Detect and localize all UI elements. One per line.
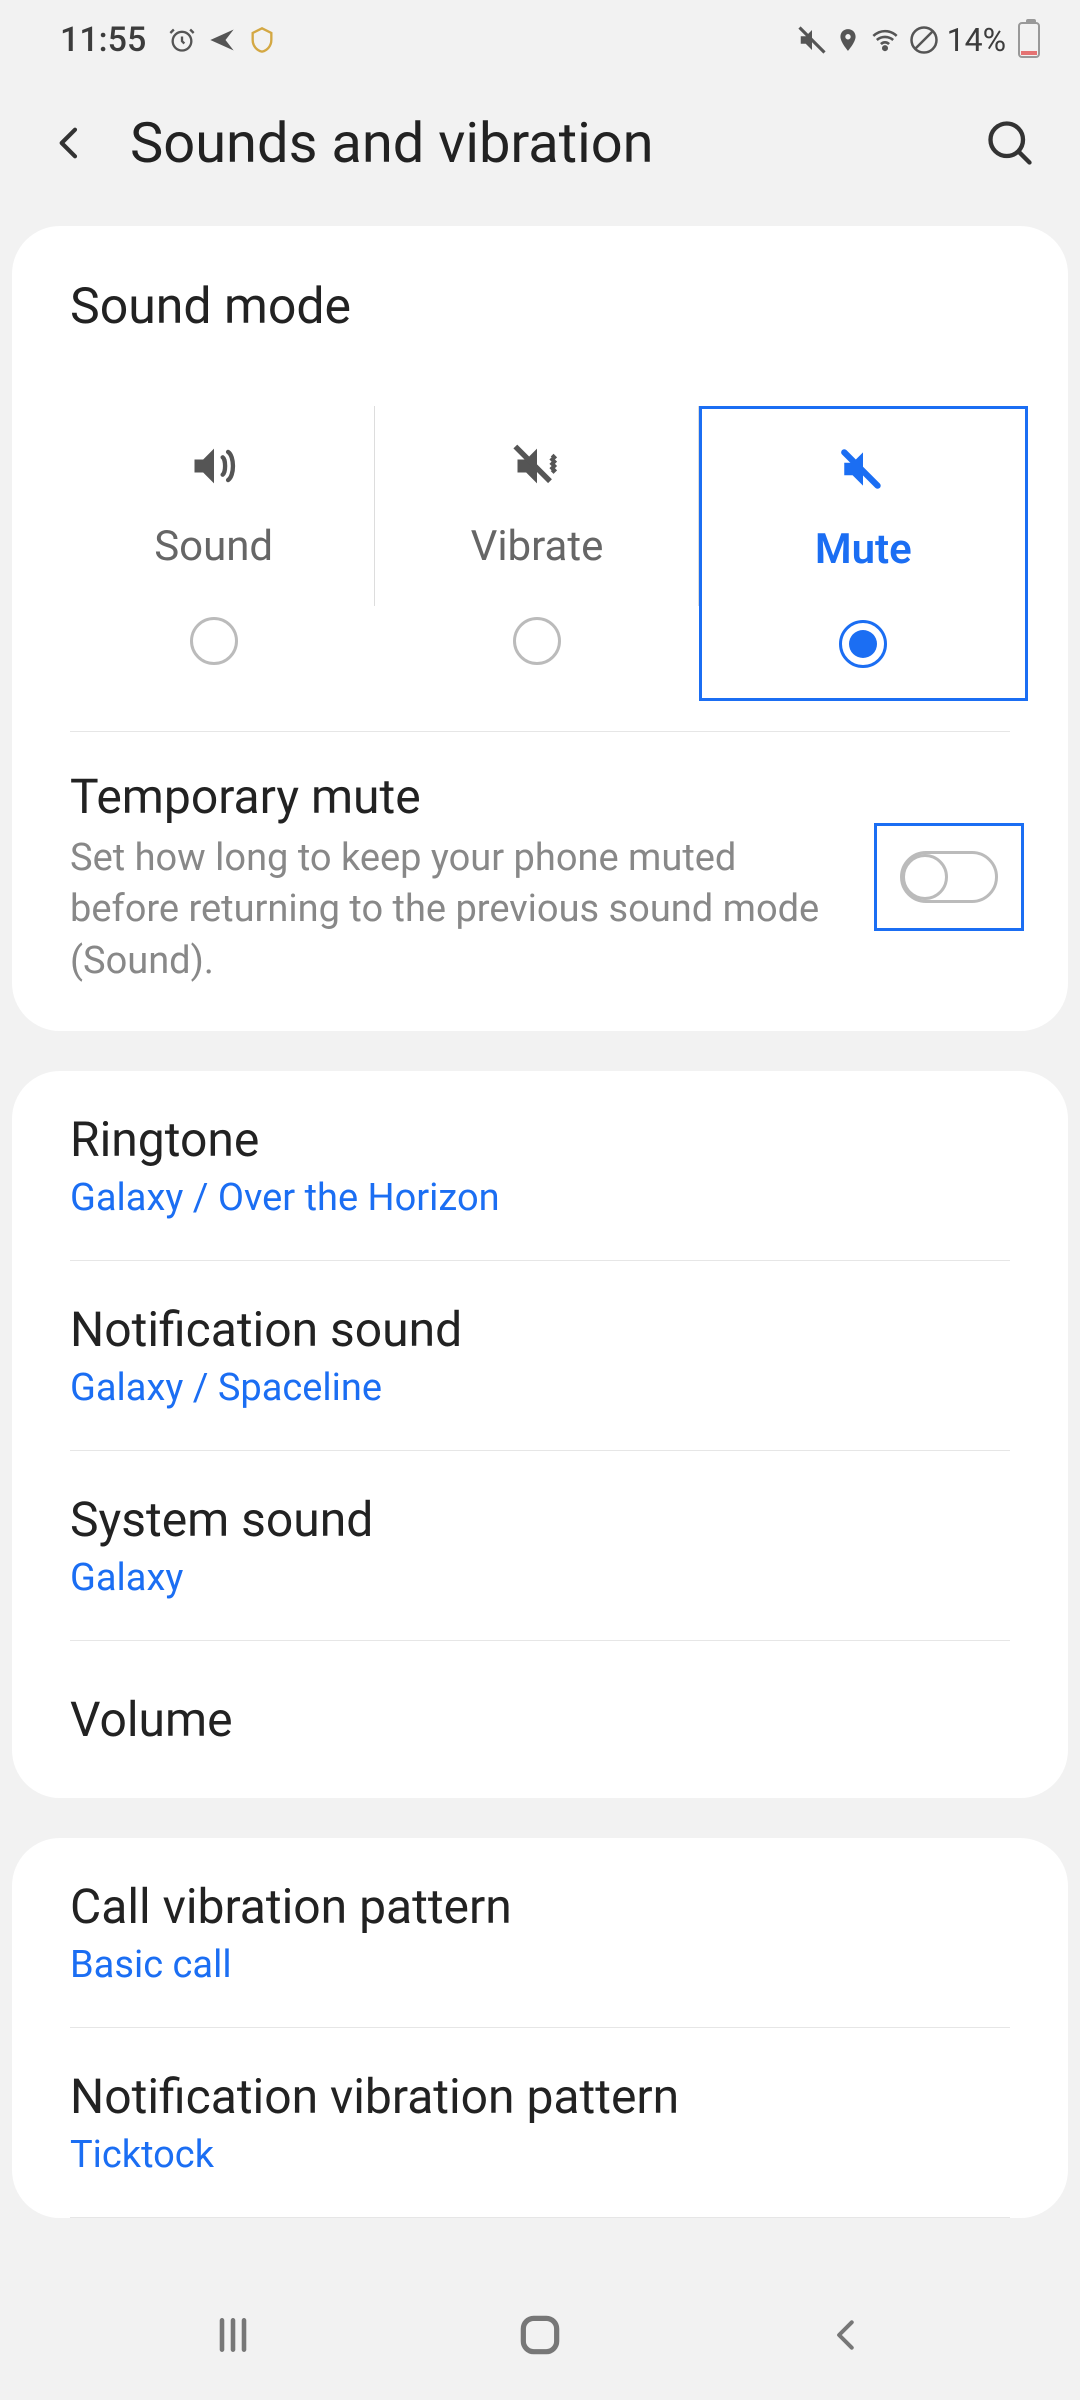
search-button[interactable]: [980, 113, 1040, 173]
location-icon: [835, 25, 861, 55]
wifi-icon: [869, 26, 901, 54]
divider: [70, 2217, 1010, 2218]
ringtone-item[interactable]: Ringtone Galaxy / Over the Horizon: [12, 1071, 1068, 1260]
vibrate-icon: [507, 436, 567, 496]
notification-sound-item[interactable]: Notification sound Galaxy / Spaceline: [12, 1261, 1068, 1450]
notification-vibration-item[interactable]: Notification vibration pattern Ticktock: [12, 2028, 1068, 2217]
list-item-title: Call vibration pattern: [70, 1878, 1010, 1935]
navigation-bar: [0, 2270, 1080, 2400]
list-item-title: System sound: [70, 1491, 1010, 1548]
no-data-icon: [909, 25, 939, 55]
list-item-title: Notification vibration pattern: [70, 2068, 1010, 2125]
mode-label: Sound: [154, 522, 273, 571]
list-item-title: Volume: [70, 1691, 1010, 1748]
mute-icon: [834, 439, 892, 499]
alarm-icon: [168, 26, 196, 54]
volume-item[interactable]: Volume: [12, 1641, 1068, 1798]
back-button[interactable]: [40, 113, 100, 173]
battery-percentage: 14%: [947, 21, 1006, 59]
page-title: Sounds and vibration: [130, 110, 950, 176]
temporary-mute-toggle[interactable]: [874, 823, 1024, 931]
status-right: 14%: [797, 21, 1040, 59]
list-item-value: Galaxy / Spaceline: [70, 1366, 1010, 1410]
send-icon: [208, 26, 236, 54]
sounds-list-card: Ringtone Galaxy / Over the Horizon Notif…: [12, 1071, 1068, 1798]
list-item-title: Ringtone: [70, 1111, 1010, 1168]
mute-status-icon: [797, 25, 827, 55]
radio-unselected: [190, 617, 238, 665]
vibration-list-card: Call vibration pattern Basic call Notifi…: [12, 1838, 1068, 2218]
battery-icon: [1018, 22, 1040, 58]
list-item-value: Ticktock: [70, 2133, 1010, 2177]
recents-button[interactable]: [193, 2295, 273, 2375]
nav-back-button[interactable]: [807, 2295, 887, 2375]
sound-mode-option-vibrate[interactable]: Vibrate: [375, 406, 698, 701]
sound-mode-title: Sound mode: [12, 226, 1068, 366]
app-header: Sounds and vibration: [0, 80, 1080, 226]
call-vibration-item[interactable]: Call vibration pattern Basic call: [12, 1838, 1068, 2027]
status-bar: 11:55 14%: [0, 0, 1080, 80]
list-item-value: Basic call: [70, 1943, 1010, 1987]
temporary-mute-description: Set how long to keep your phone muted be…: [70, 833, 844, 987]
list-item-title: Notification sound: [70, 1301, 1010, 1358]
list-item-value: Galaxy: [70, 1556, 1010, 1600]
sound-mode-card: Sound mode Sound Vibrate Mute: [12, 226, 1068, 1031]
toggle-track: [900, 851, 998, 903]
mode-label: Vibrate: [471, 522, 604, 571]
system-sound-item[interactable]: System sound Galaxy: [12, 1451, 1068, 1640]
list-item-value: Galaxy / Over the Horizon: [70, 1176, 1010, 1220]
status-time: 11:55: [60, 20, 146, 60]
temporary-mute-title: Temporary mute: [70, 768, 844, 825]
sound-mode-option-sound[interactable]: Sound: [52, 406, 375, 701]
sound-mode-option-mute[interactable]: Mute: [699, 406, 1028, 701]
home-button[interactable]: [500, 2295, 580, 2375]
status-left: 11:55: [60, 20, 276, 60]
sound-mode-options: Sound Vibrate Mute: [12, 366, 1068, 731]
shield-icon: [248, 26, 276, 54]
temporary-mute-text: Temporary mute Set how long to keep your…: [70, 768, 844, 987]
mode-label: Mute: [815, 525, 912, 574]
radio-unselected: [513, 617, 561, 665]
toggle-thumb: [902, 854, 948, 900]
radio-selected: [839, 620, 887, 668]
temporary-mute-row[interactable]: Temporary mute Set how long to keep your…: [12, 732, 1068, 1031]
sound-icon: [184, 436, 244, 496]
